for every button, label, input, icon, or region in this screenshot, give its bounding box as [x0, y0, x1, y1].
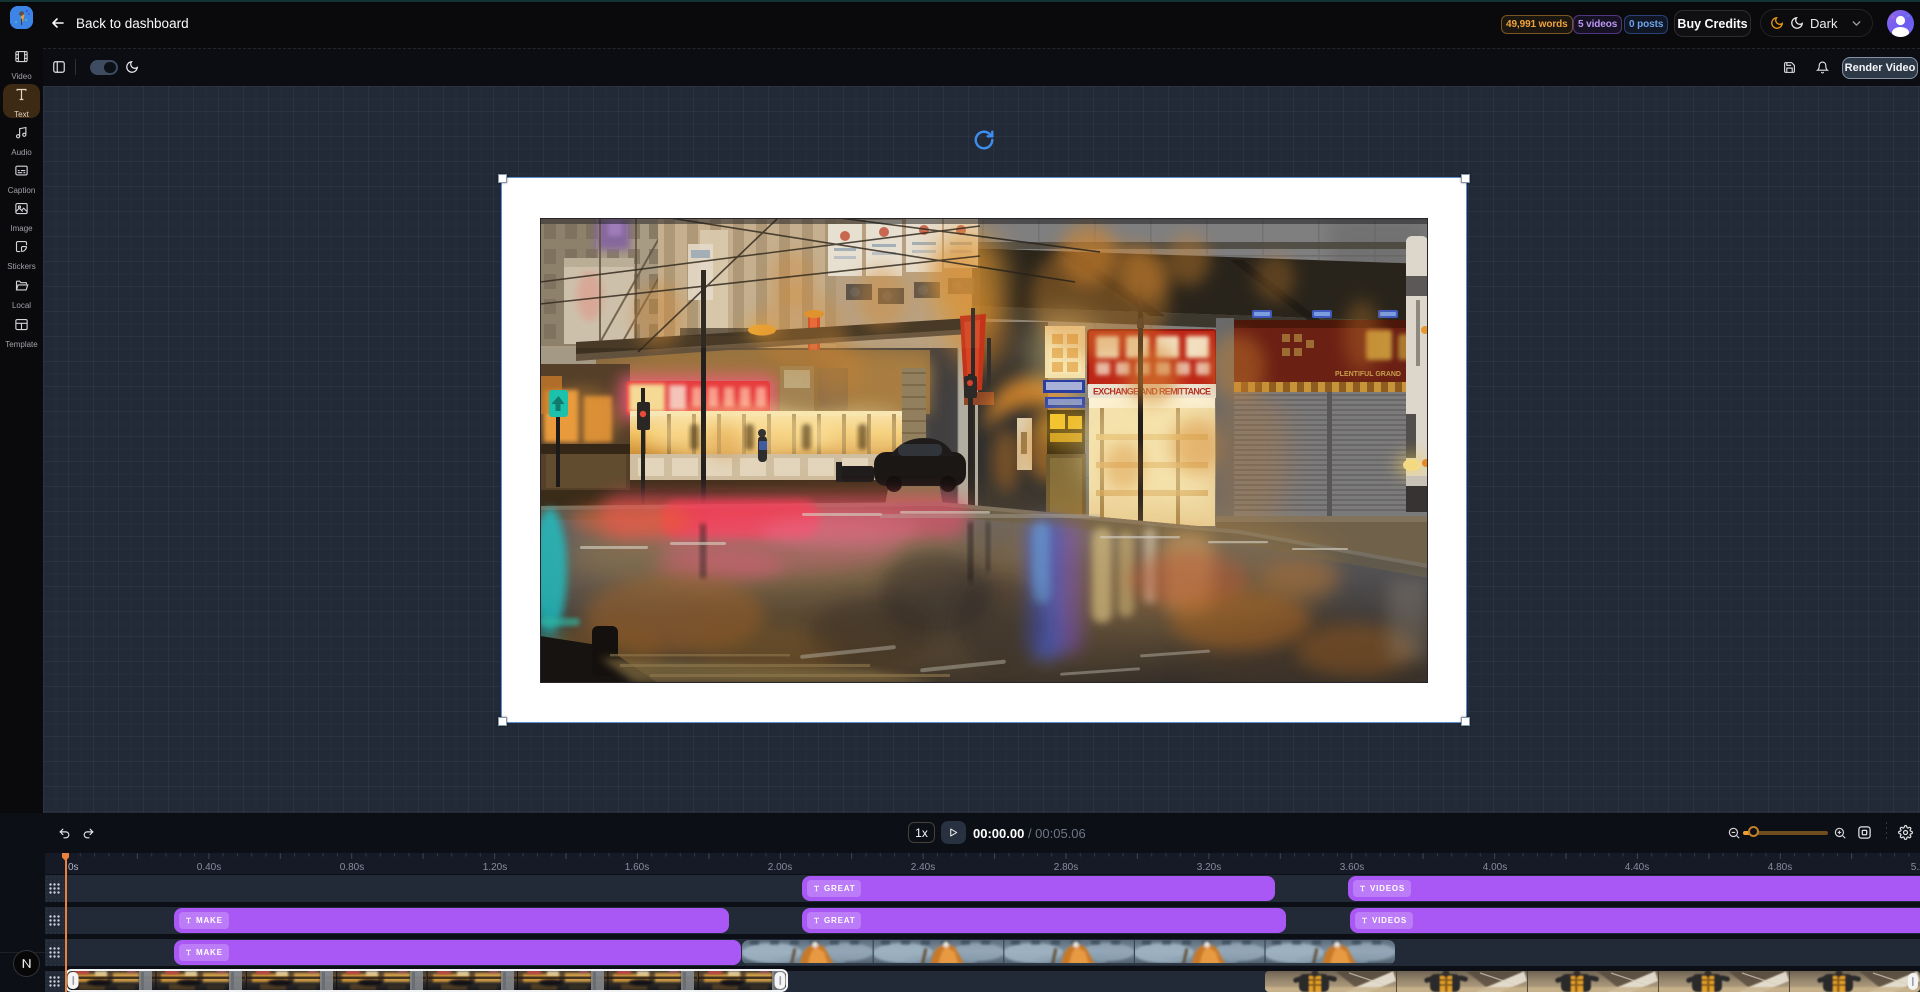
svg-text:1.60s: 1.60s — [625, 862, 649, 873]
svg-text:5.20s: 5.20s — [1911, 862, 1920, 873]
svg-text:2.40s: 2.40s — [911, 862, 935, 873]
svg-text:4.40s: 4.40s — [1625, 862, 1649, 873]
svg-text:2.80s: 2.80s — [1054, 862, 1078, 873]
svg-text:0.80s: 0.80s — [340, 862, 364, 873]
svg-text:0.40s: 0.40s — [197, 862, 221, 873]
svg-text:3.20s: 3.20s — [1197, 862, 1221, 873]
svg-text:4.80s: 4.80s — [1768, 862, 1792, 873]
svg-text:2.00s: 2.00s — [768, 862, 792, 873]
svg-text:3.60s: 3.60s — [1340, 862, 1364, 873]
svg-text:4.00s: 4.00s — [1483, 862, 1507, 873]
svg-text:1.20s: 1.20s — [483, 862, 507, 873]
